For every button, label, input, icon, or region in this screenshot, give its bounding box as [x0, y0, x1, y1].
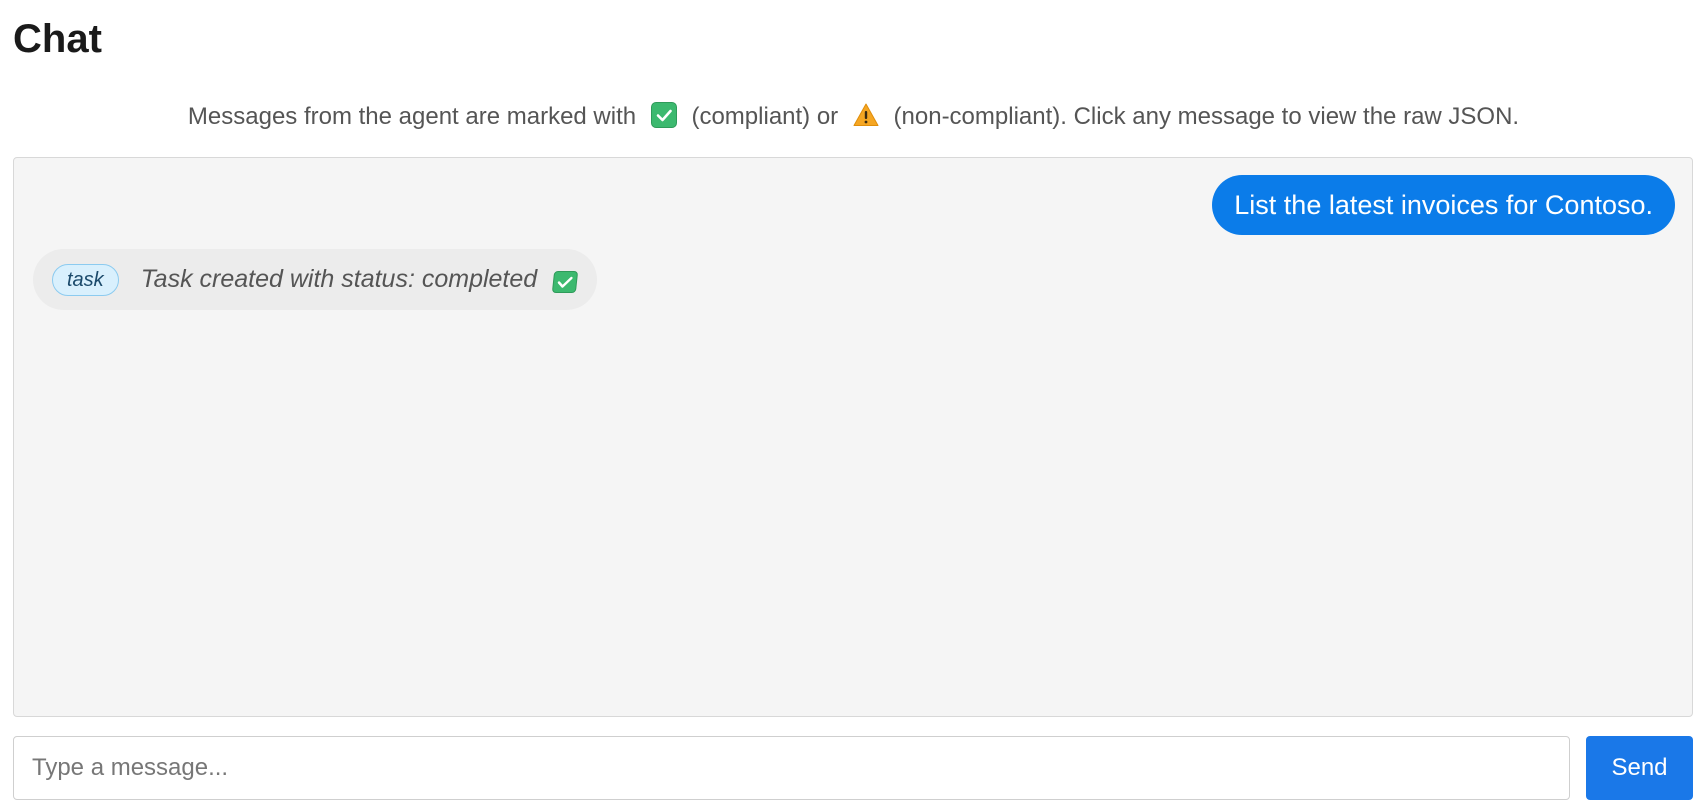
legend-noncompliant-label: (non-compliant). Click any message to vi… [893, 103, 1520, 130]
message-composer: Send [13, 736, 1693, 800]
user-message[interactable]: List the latest invoices for Contoso. [1212, 175, 1675, 235]
check-icon [552, 270, 579, 293]
legend-prefix: Messages from the agent are marked with [187, 103, 637, 130]
message-input[interactable] [13, 736, 1570, 800]
agent-message[interactable]: task Task created with status: completed [33, 249, 598, 310]
page-title: Chat [13, 17, 102, 61]
legend-compliant-label: (compliant) or [691, 103, 839, 130]
chat-messages-panel[interactable]: List the latest invoices for Contoso. ta… [13, 157, 1693, 717]
compliance-legend: Messages from the agent are marked with … [0, 100, 1707, 134]
send-button[interactable]: Send [1586, 736, 1693, 800]
message-type-badge: task [52, 263, 119, 296]
warning-icon [853, 102, 879, 128]
chat-page: Chat Messages from the agent are marked … [0, 0, 1707, 807]
check-icon [650, 102, 677, 128]
agent-message-text: Task created with status: completed [140, 265, 538, 293]
